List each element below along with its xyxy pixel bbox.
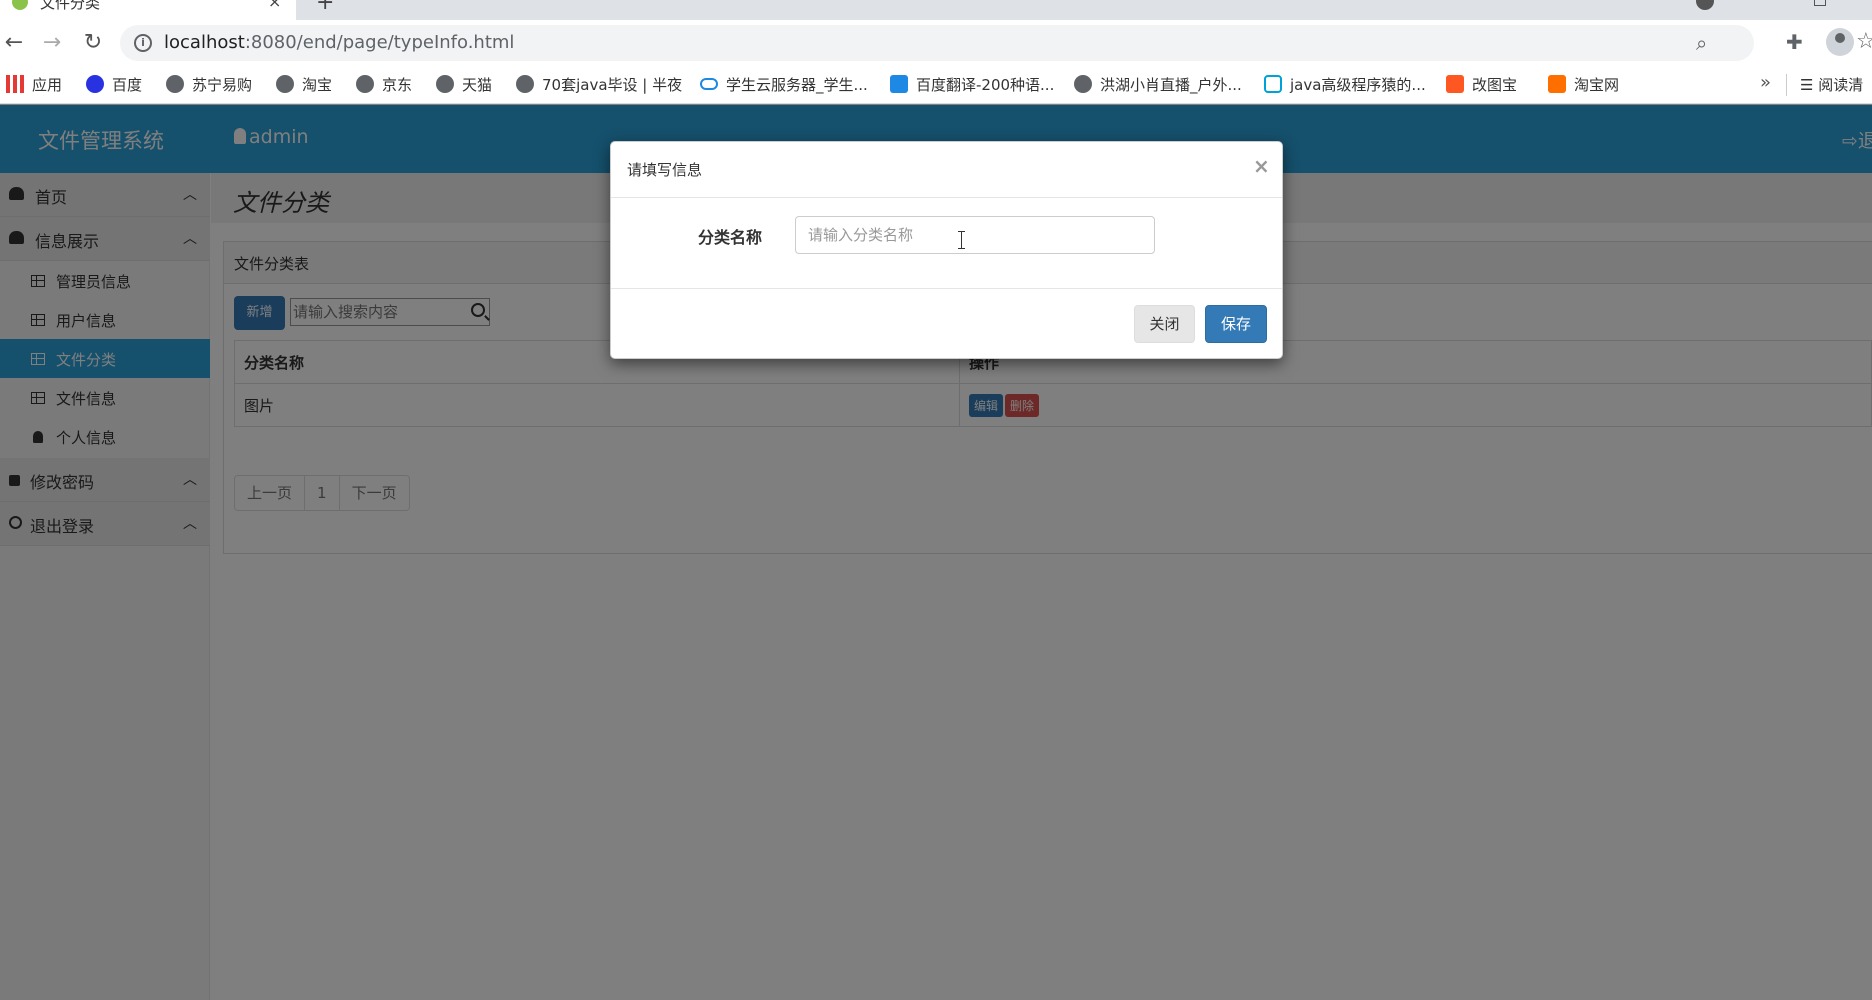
bookmark-taobao-net[interactable]: 淘宝网 (1548, 74, 1619, 95)
reload-icon[interactable]: ↻ (81, 30, 105, 55)
tab-title: 文件分类 (40, 0, 101, 12)
category-name-label: 分类名称 (698, 228, 763, 247)
maximize-icon[interactable] (1814, 0, 1826, 6)
tab-close-icon[interactable]: × (268, 0, 281, 11)
modal-title: 请填写信息 (627, 161, 703, 179)
globe-icon (276, 75, 294, 93)
gaitubao-icon (1446, 75, 1464, 93)
category-name-input[interactable] (795, 216, 1155, 254)
modal-body: 分类名称 (611, 198, 1282, 289)
bookmarks-divider (1786, 74, 1787, 96)
globe-icon (356, 75, 374, 93)
bookmarks-bar: 应用 百度 苏宁易购 淘宝 京东 天猫 70套java毕设 | 半夜 学生云服务… (0, 66, 1872, 104)
reading-list[interactable]: ☰ 阅读清 (1800, 74, 1863, 95)
bookmarks-more-icon[interactable]: » (1760, 72, 1771, 93)
bookmark-java-projects[interactable]: 70套java毕设 | 半夜 (516, 74, 682, 95)
profile-menu-icon[interactable] (1696, 0, 1714, 10)
bookmark-java-bilibili[interactable]: java高级程序猿的... (1264, 74, 1426, 95)
forward-arrow-icon[interactable]: → (40, 30, 64, 55)
browser-tabstrip: 文件分类 × + (0, 0, 1872, 20)
modal-footer: 关闭 保存 (611, 289, 1282, 360)
fanyi-icon (890, 75, 908, 93)
bookmark-baidu-fanyi[interactable]: 百度翻译-200种语... (890, 74, 1054, 95)
taobao-icon (1548, 75, 1566, 93)
site-info-icon[interactable]: i (134, 34, 152, 52)
url-text[interactable]: localhost:8080/end/page/typeInfo.html (164, 32, 514, 53)
bookmark-jd[interactable]: 京东 (356, 74, 412, 95)
cloud-icon (700, 78, 718, 90)
leaf-favicon-icon (12, 0, 28, 10)
bookmark-gaitubao[interactable]: 改图宝 (1446, 74, 1517, 95)
extensions-puzzle-icon[interactable]: ✚ (1786, 30, 1803, 54)
profile-avatar-icon[interactable] (1826, 28, 1854, 56)
zoom-icon[interactable]: ⌕ (1696, 31, 1707, 55)
globe-icon (436, 75, 454, 93)
browser-toolbar: ← → ↻ i localhost:8080/end/page/typeInfo… (0, 20, 1872, 66)
category-modal: 请填写信息 × 分类名称 关闭 保存 (610, 141, 1283, 359)
bookmark-baidu[interactable]: 百度 (86, 74, 142, 95)
bookmark-taobao[interactable]: 淘宝 (276, 74, 332, 95)
bookmark-honghu-live[interactable]: 洪湖小肖直播_户外... (1074, 74, 1242, 95)
bookmark-star-icon[interactable]: ☆ (1856, 29, 1872, 54)
globe-icon (516, 75, 534, 93)
bookmark-student-cloud[interactable]: 学生云服务器_学生... (700, 74, 868, 95)
close-button[interactable]: 关闭 (1134, 305, 1195, 343)
bookmark-suning[interactable]: 苏宁易购 (166, 74, 252, 95)
back-arrow-icon[interactable]: ← (2, 30, 26, 55)
bilibili-icon (1264, 75, 1282, 93)
bird-icon (1074, 75, 1092, 93)
save-button[interactable]: 保存 (1205, 305, 1267, 343)
bookmark-tmall[interactable]: 天猫 (436, 74, 492, 95)
bookmark-apps[interactable]: 应用 (6, 74, 62, 95)
apps-icon (6, 75, 24, 93)
close-icon[interactable]: × (1253, 154, 1270, 178)
modal-header: 请填写信息 × (611, 142, 1282, 198)
browser-tab[interactable]: 文件分类 × (0, 0, 296, 20)
baidu-icon (86, 75, 104, 93)
globe-icon (166, 75, 184, 93)
text-cursor-icon (958, 231, 966, 249)
address-bar[interactable]: i localhost:8080/end/page/typeInfo.html … (120, 25, 1872, 61)
new-tab-icon[interactable]: + (316, 0, 334, 15)
